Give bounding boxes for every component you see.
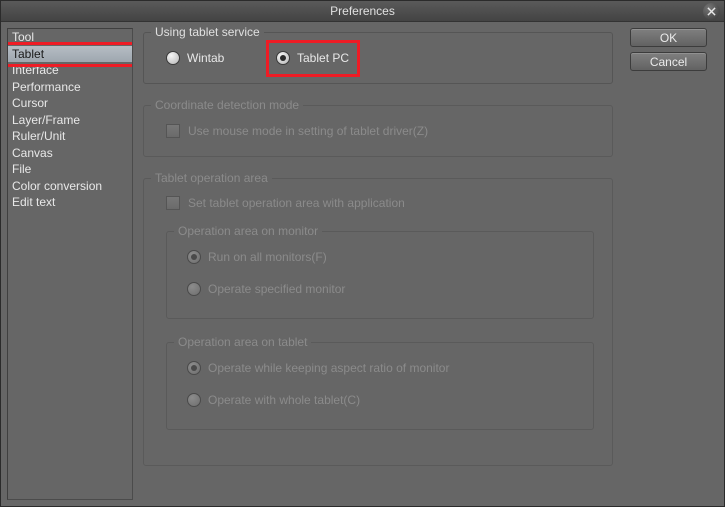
radio-wintab[interactable]: Wintab (166, 51, 224, 65)
checkbox-box-icon (166, 124, 180, 138)
sidebar-item-canvas[interactable]: Canvas (8, 145, 132, 162)
sidebar-item-ruler-unit[interactable]: Ruler/Unit (8, 128, 132, 145)
radio-tablet-pc[interactable]: Tablet PC (276, 51, 349, 65)
legend-monitor: Operation area on monitor (174, 224, 322, 238)
subgroup-monitor: Operation area on monitor Run on all mon… (166, 231, 594, 319)
checkbox-label: Use mouse mode in setting of tablet driv… (188, 124, 428, 138)
group-op-area: Tablet operation area Set tablet operati… (143, 178, 613, 466)
radio-dot-icon (166, 51, 180, 65)
radio-specified-monitor: Operate specified monitor (187, 282, 345, 296)
content-pane: Using tablet service Wintab Tablet PC Co… (139, 28, 718, 500)
legend-op-area: Tablet operation area (151, 171, 272, 185)
sidebar-item-edit-text[interactable]: Edit text (8, 194, 132, 211)
radio-whole-tablet: Operate with whole tablet(C) (187, 393, 360, 407)
radio-label: Run on all monitors(F) (208, 250, 327, 264)
radio-label: Tablet PC (297, 51, 349, 65)
legend-tablet-service: Using tablet service (151, 25, 264, 39)
subgroup-tablet: Operation area on tablet Operate while k… (166, 342, 594, 430)
checkbox-mouse-mode: Use mouse mode in setting of tablet driv… (166, 124, 428, 138)
legend-coord-mode: Coordinate detection mode (151, 98, 303, 112)
radio-run-all-monitors: Run on all monitors(F) (187, 250, 327, 264)
sidebar-item-performance[interactable]: Performance (8, 79, 132, 96)
window-title: Preferences (330, 4, 395, 18)
legend-tablet: Operation area on tablet (174, 335, 311, 349)
radio-dot-icon (187, 393, 201, 407)
close-icon (707, 7, 716, 16)
sidebar-item-tool[interactable]: Tool (8, 29, 132, 46)
sidebar-item-cursor[interactable]: Cursor (8, 95, 132, 112)
category-list: Tool Tablet Interface Performance Cursor… (7, 28, 133, 500)
radio-label: Wintab (187, 51, 224, 65)
sidebar-item-interface[interactable]: Interface (8, 62, 132, 79)
titlebar: Preferences (1, 1, 724, 22)
radio-dot-icon (187, 250, 201, 264)
sidebar-item-file[interactable]: File (8, 161, 132, 178)
group-tablet-service: Using tablet service Wintab Tablet PC (143, 32, 613, 84)
ok-button[interactable]: OK (630, 28, 707, 47)
close-button[interactable] (703, 3, 720, 20)
radio-label: Operate with whole tablet(C) (208, 393, 360, 407)
group-coord-mode: Coordinate detection mode Use mouse mode… (143, 105, 613, 157)
checkbox-box-icon (166, 196, 180, 210)
radio-label: Operate specified monitor (208, 282, 345, 296)
radio-label: Operate while keeping aspect ratio of mo… (208, 361, 449, 375)
radio-dot-icon (187, 282, 201, 296)
sidebar-item-tablet[interactable]: Tablet (8, 46, 132, 63)
checkbox-set-op-area: Set tablet operation area with applicati… (166, 196, 405, 210)
radio-keep-aspect: Operate while keeping aspect ratio of mo… (187, 361, 449, 375)
preferences-window: Preferences Tool Tablet Interface Perfor… (0, 0, 725, 507)
sidebar-item-color-conversion[interactable]: Color conversion (8, 178, 132, 195)
sidebar-item-layer-frame[interactable]: Layer/Frame (8, 112, 132, 129)
checkbox-label: Set tablet operation area with applicati… (188, 196, 405, 210)
radio-dot-icon (187, 361, 201, 375)
cancel-button[interactable]: Cancel (630, 52, 707, 71)
radio-dot-icon (276, 51, 290, 65)
